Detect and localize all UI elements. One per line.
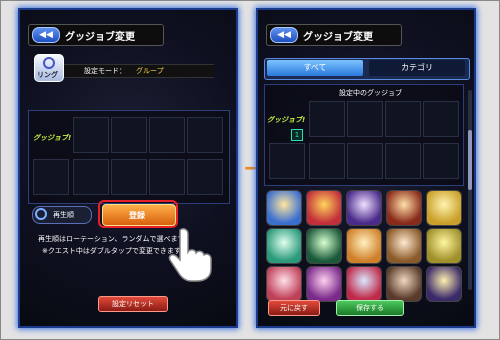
character-tile[interactable] xyxy=(266,190,302,226)
tab-category[interactable]: カテゴリ xyxy=(369,60,465,76)
info-line-1: 再生順はローテーション、ランダムで選べます xyxy=(38,235,185,243)
slot-8[interactable] xyxy=(149,159,185,195)
current-slot-3[interactable] xyxy=(385,101,421,137)
ring-label: リング xyxy=(37,71,58,79)
page-title: グッジョブ変更 xyxy=(65,32,135,43)
page-title: グッジョブ変更 xyxy=(303,32,373,43)
character-tile[interactable] xyxy=(386,190,422,226)
character-tile[interactable] xyxy=(426,190,462,226)
replay-icon xyxy=(35,208,47,220)
character-tile[interactable] xyxy=(386,228,422,264)
goodjob-tag: グッジョブ! xyxy=(267,116,306,124)
title-bar: ◀◀ グッジョブ変更 xyxy=(266,24,402,46)
right-panel: ◀◀ グッジョブ変更 すべて カテゴリ 設定中のグッジョブ グッジョブ! 1 元… xyxy=(258,10,474,326)
replay-label: 再生順 xyxy=(53,211,74,219)
slot-2[interactable] xyxy=(111,117,147,153)
current-slot-1[interactable] xyxy=(309,101,345,137)
character-tile[interactable] xyxy=(426,228,462,264)
back-button[interactable]: ◀◀ xyxy=(270,27,298,43)
slot-1[interactable] xyxy=(73,117,109,153)
character-tile[interactable] xyxy=(346,190,382,226)
register-button[interactable]: 登録 xyxy=(102,204,176,226)
register-label: 登録 xyxy=(129,211,145,220)
character-tile[interactable] xyxy=(306,266,342,302)
goodjob-tag: グッジョブ! xyxy=(33,134,72,142)
goodjob-slot-grid: グッジョブ! xyxy=(28,110,230,204)
current-slot-9[interactable] xyxy=(423,143,459,179)
slot-5[interactable] xyxy=(33,159,69,195)
character-tile[interactable] xyxy=(266,228,302,264)
goodjob-count-badge: 1 xyxy=(291,129,303,141)
ring-button[interactable]: リング xyxy=(34,54,64,82)
character-grid xyxy=(264,186,468,302)
scrollbar-thumb[interactable] xyxy=(468,130,472,190)
title-bar: ◀◀ グッジョブ変更 xyxy=(28,24,164,46)
character-tile[interactable] xyxy=(346,228,382,264)
character-tile[interactable] xyxy=(426,266,462,302)
current-slot-5[interactable] xyxy=(269,143,305,179)
undo-button[interactable]: 元に戻す xyxy=(268,300,320,316)
character-tile[interactable] xyxy=(306,190,342,226)
character-tile[interactable] xyxy=(386,266,422,302)
left-panel: ◀◀ グッジョブ変更 リング 設定モード： グループ グッジョブ! 再生順 登録… xyxy=(20,10,236,326)
slot-6[interactable] xyxy=(73,159,109,195)
tab-bar: すべて カテゴリ xyxy=(264,58,470,80)
list-scrollbar[interactable] xyxy=(468,90,472,290)
current-slot-7[interactable] xyxy=(347,143,383,179)
current-slot-6[interactable] xyxy=(309,143,345,179)
current-goodjob-title: 設定中のグッジョブ xyxy=(339,89,402,97)
current-slot-8[interactable] xyxy=(385,143,421,179)
current-goodjob-box: 設定中のグッジョブ グッジョブ! 1 xyxy=(264,84,464,186)
character-tile[interactable] xyxy=(266,266,302,302)
reset-button[interactable]: 設定リセット xyxy=(98,296,168,312)
current-slot-2[interactable] xyxy=(347,101,383,137)
slot-4[interactable] xyxy=(187,117,223,153)
tab-all[interactable]: すべて xyxy=(267,60,363,76)
mode-row: 設定モード： グループ xyxy=(64,64,214,78)
save-button[interactable]: 保存する xyxy=(336,300,404,316)
back-button[interactable]: ◀◀ xyxy=(32,27,60,43)
ring-icon xyxy=(43,57,55,69)
mode-label: 設定モード： xyxy=(84,67,126,75)
replay-order-button[interactable]: 再生順 xyxy=(32,206,92,224)
mode-value: グループ xyxy=(136,67,164,75)
character-tile[interactable] xyxy=(346,266,382,302)
slot-3[interactable] xyxy=(149,117,185,153)
slot-9[interactable] xyxy=(187,159,223,195)
info-line-2: ※クエスト中はダブルタップで変更できます xyxy=(42,247,181,255)
character-tile[interactable] xyxy=(306,228,342,264)
tap-hand-icon xyxy=(168,228,212,282)
current-slot-4[interactable] xyxy=(423,101,459,137)
slot-7[interactable] xyxy=(111,159,147,195)
